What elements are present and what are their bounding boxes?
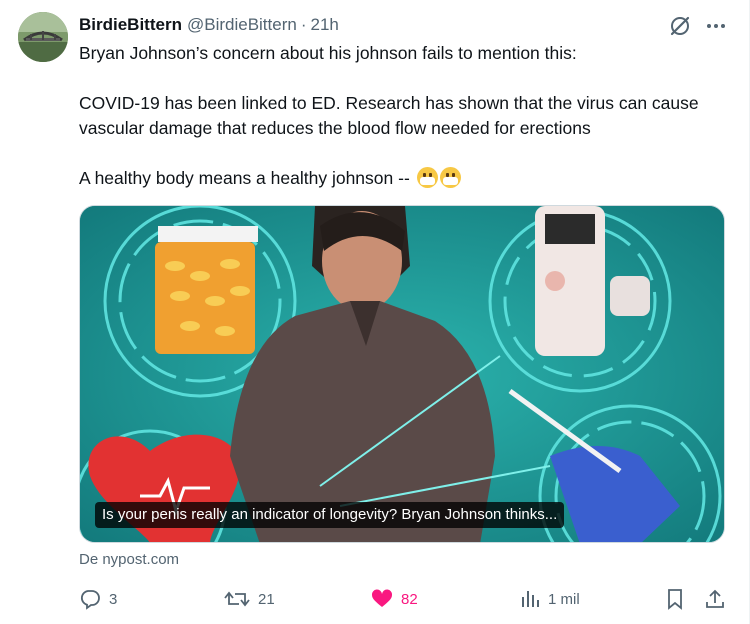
views-button[interactable]: 1 mil: [520, 584, 580, 614]
mask-face-emoji: [439, 167, 461, 188]
card-source[interactable]: De nypost.com: [79, 551, 179, 568]
action-bar: 3 21 82 1 mil: [79, 584, 729, 614]
display-name[interactable]: BirdieBittern: [79, 15, 182, 35]
text-line: A healthy body means a healthy johnson -…: [79, 168, 410, 188]
bookmark-icon: [668, 589, 682, 610]
card-illustration: [80, 206, 724, 542]
more-icon[interactable]: [704, 13, 728, 39]
bookmark-button[interactable]: [665, 584, 693, 614]
like-count: 82: [401, 590, 418, 608]
like-button[interactable]: 82: [371, 584, 418, 614]
text-line-last: A healthy body means a healthy johnson -…: [79, 166, 729, 191]
views-icon: [522, 591, 539, 607]
reply-icon: [80, 590, 100, 610]
repost-count: 21: [258, 590, 275, 608]
text-line: COVID-19 has been linked to ED. Research…: [79, 93, 699, 113]
card-caption: Is your penis really an indicator of lon…: [95, 502, 565, 528]
repost-icon: [224, 591, 250, 607]
grok-icon[interactable]: [667, 13, 693, 39]
repost-button[interactable]: 21: [224, 584, 275, 614]
tweet[interactable]: BirdieBittern @BirdieBittern · 21h Bryan…: [0, 0, 750, 624]
text-line: Bryan Johnson’s concern about his johnso…: [79, 43, 577, 63]
reply-button[interactable]: 3: [79, 584, 117, 614]
post-time[interactable]: 21h: [311, 15, 339, 35]
mask-face-emoji: [416, 167, 438, 188]
link-card-image[interactable]: Is your penis really an indicator of lon…: [79, 205, 725, 543]
post-header: BirdieBittern @BirdieBittern · 21h: [79, 14, 339, 36]
share-icon: [706, 589, 724, 608]
separator: ·: [300, 15, 307, 34]
text-line: vascular damage that reduces the blood f…: [79, 118, 591, 138]
heart-icon: [371, 589, 393, 607]
user-handle[interactable]: @BirdieBittern: [187, 15, 297, 35]
share-button[interactable]: [704, 584, 734, 614]
views-count: 1 mil: [548, 590, 580, 608]
reply-count: 3: [109, 590, 118, 608]
post-text: Bryan Johnson’s concern about his johnso…: [79, 41, 729, 191]
avatar[interactable]: [18, 12, 68, 62]
